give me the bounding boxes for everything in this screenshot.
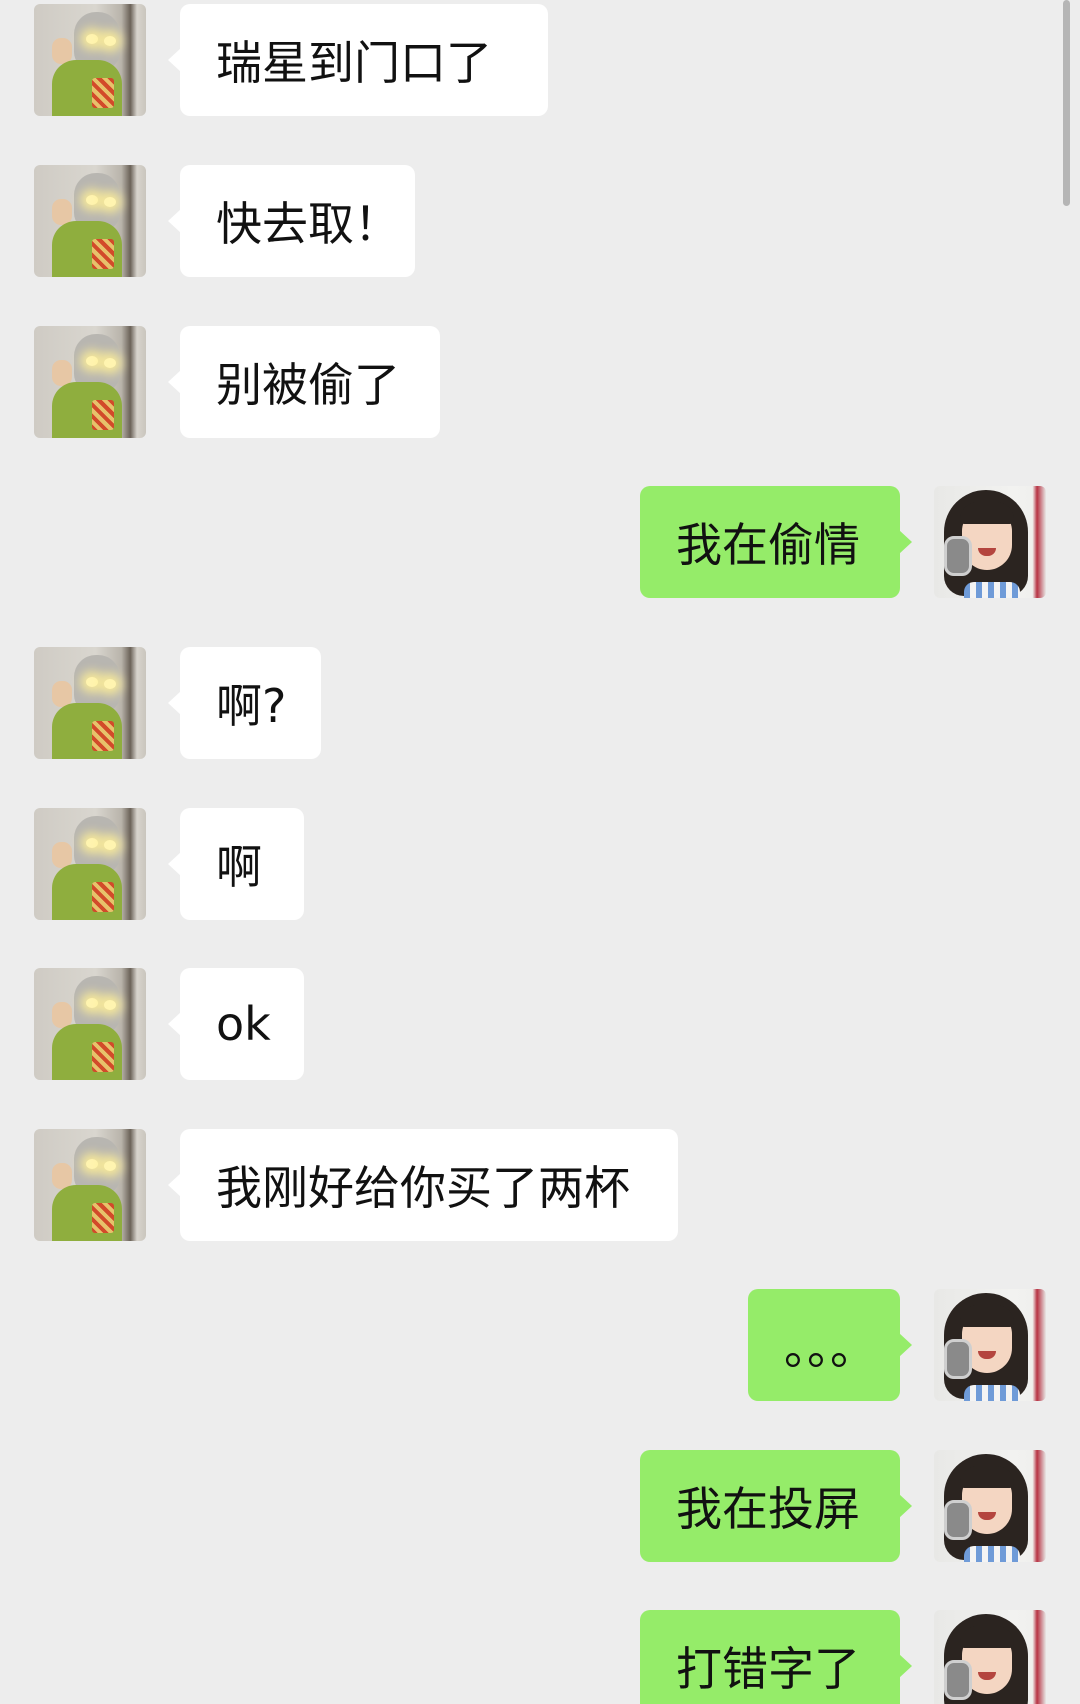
- friend-avatar[interactable]: [34, 4, 146, 116]
- headphones-icon: [944, 1660, 972, 1700]
- friend-avatar[interactable]: [34, 165, 146, 277]
- friend-avatar[interactable]: [34, 326, 146, 438]
- message-bubble[interactable]: 。。。: [748, 1289, 912, 1401]
- my-avatar[interactable]: [934, 1289, 1046, 1401]
- friend-avatar[interactable]: [34, 808, 146, 920]
- my-avatar[interactable]: [934, 1610, 1046, 1704]
- chat-message-list[interactable]: 瑞星到门口了 快去取！ 别被偷了 我在偷情 啊? 啊 ok 我刚好给你买了两杯 …: [0, 0, 1080, 1704]
- friend-avatar[interactable]: [34, 968, 146, 1080]
- message-text: 打错字了: [676, 1642, 860, 1696]
- message-bubble[interactable]: 打错字了: [640, 1610, 912, 1704]
- message-bubble[interactable]: 啊?: [168, 647, 321, 759]
- message-bubble[interactable]: 别被偷了: [168, 326, 440, 438]
- message-bubble[interactable]: 我刚好给你买了两杯: [168, 1129, 678, 1241]
- message-text: 别被偷了: [216, 358, 400, 412]
- message-text: 啊?: [216, 679, 287, 733]
- headphones-icon: [944, 1339, 972, 1379]
- headphones-icon: [944, 536, 972, 576]
- message-text: 。。。: [784, 1321, 876, 1375]
- message-text: 我刚好给你买了两杯: [216, 1161, 630, 1215]
- message-bubble[interactable]: ok: [168, 968, 304, 1080]
- message-bubble[interactable]: 快去取！: [168, 165, 415, 277]
- scrollbar[interactable]: [1063, 0, 1070, 206]
- message-text: 我在偷情: [676, 518, 860, 572]
- message-bubble[interactable]: 瑞星到门口了: [168, 4, 548, 116]
- friend-avatar[interactable]: [34, 1129, 146, 1241]
- my-avatar[interactable]: [934, 486, 1046, 598]
- message-text: 我在投屏: [676, 1482, 860, 1536]
- message-bubble[interactable]: 我在投屏: [640, 1450, 912, 1562]
- message-text: 快去取！: [216, 197, 400, 251]
- message-bubble[interactable]: 我在偷情: [640, 486, 912, 598]
- headphones-icon: [944, 1500, 972, 1540]
- message-text: ok: [216, 997, 271, 1051]
- message-bubble[interactable]: 啊: [168, 808, 304, 920]
- message-text: 瑞星到门口了: [216, 36, 492, 90]
- friend-avatar[interactable]: [34, 647, 146, 759]
- message-text: 啊: [216, 840, 262, 894]
- my-avatar[interactable]: [934, 1450, 1046, 1562]
